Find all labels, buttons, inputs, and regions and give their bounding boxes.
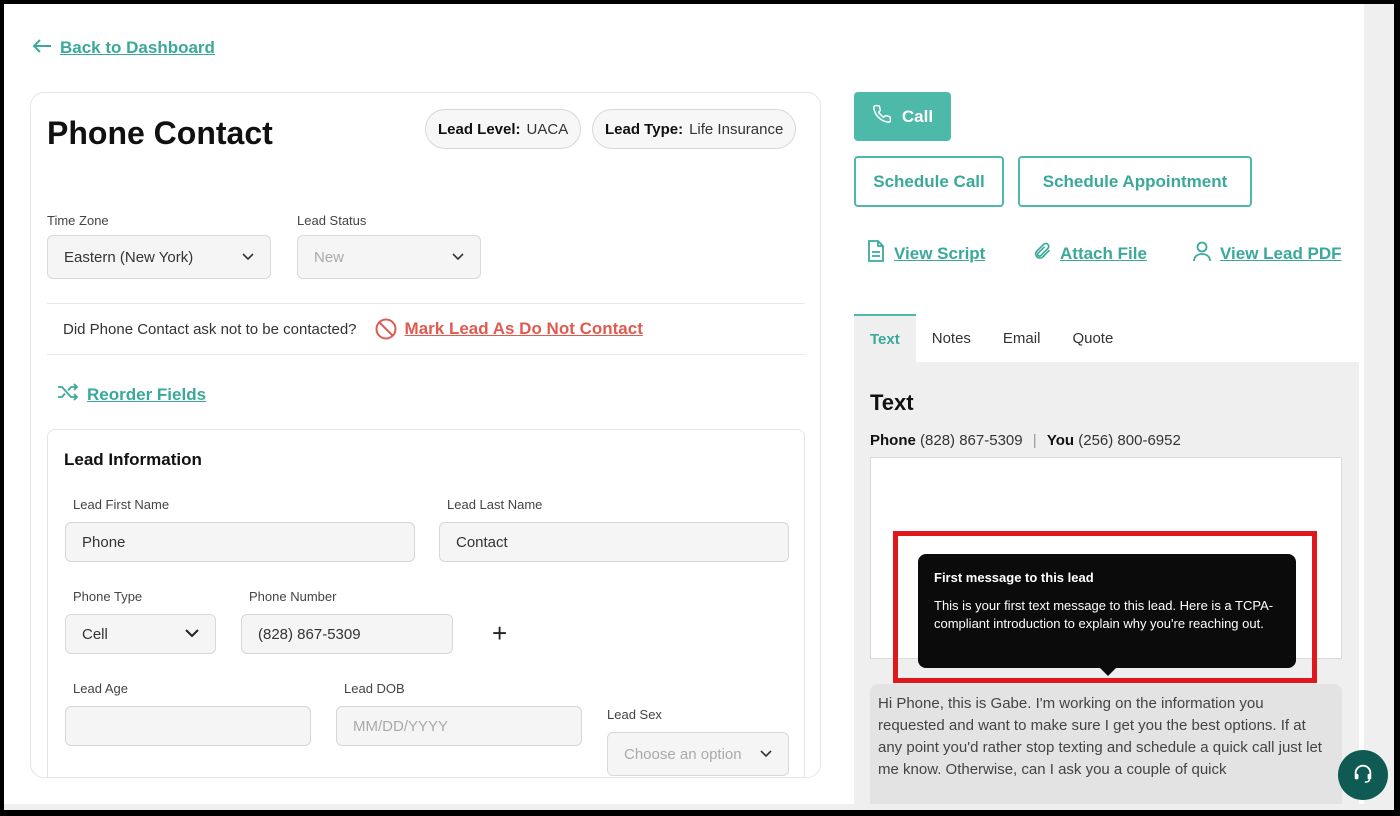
view-script-link[interactable]: View Script xyxy=(866,240,985,267)
file-icon xyxy=(866,240,886,267)
lead-card: Phone Contact Lead Level: UACA Lead Type… xyxy=(30,92,821,778)
message-compose-box[interactable]: Hi Phone, this is Gabe. I'm working on t… xyxy=(870,684,1342,804)
lead-information-section: Lead Information Lead First Name Phone L… xyxy=(47,429,805,777)
last-name-label: Lead Last Name xyxy=(447,497,543,512)
schedule-appointment-button[interactable]: Schedule Appointment xyxy=(1018,156,1252,207)
last-name-field[interactable]: Contact xyxy=(439,522,789,562)
do-not-contact-row: Did Phone Contact ask not to be contacte… xyxy=(47,303,805,355)
user-icon xyxy=(1192,240,1212,267)
lead-age-label: Lead Age xyxy=(73,681,128,696)
your-phone-value: (256) 800-6952 xyxy=(1078,432,1181,449)
dnc-question: Did Phone Contact ask not to be contacte… xyxy=(63,320,357,338)
lead-type-label: Lead Type: xyxy=(605,120,684,138)
lead-type-value: Life Insurance xyxy=(689,120,784,138)
tab-email[interactable]: Email xyxy=(987,314,1057,362)
lead-phone-label: Phone xyxy=(870,432,916,449)
back-to-dashboard-link[interactable]: Back to Dashboard xyxy=(32,38,215,58)
lead-sex-select[interactable]: Choose an option xyxy=(607,732,789,776)
first-name-label: Lead First Name xyxy=(73,497,170,512)
ban-icon xyxy=(375,318,397,340)
view-lead-pdf-label[interactable]: View Lead PDF xyxy=(1220,244,1342,264)
reorder-fields-label[interactable]: Reorder Fields xyxy=(87,385,206,405)
tab-quote[interactable]: Quote xyxy=(1056,314,1129,362)
chevron-down-icon xyxy=(242,250,254,264)
chevron-down-icon xyxy=(452,250,464,264)
lead-level-badge: Lead Level: UACA xyxy=(425,109,582,149)
paperclip-icon xyxy=(1032,240,1052,267)
add-phone-button[interactable]: + xyxy=(492,618,507,649)
phone-type-value: Cell xyxy=(82,625,108,643)
phone-type-label: Phone Type xyxy=(73,589,143,604)
attach-file-link[interactable]: Attach File xyxy=(1032,240,1147,267)
lead-status-value: New xyxy=(314,248,345,266)
lead-type-badge: Lead Type: Life Insurance xyxy=(592,109,797,149)
chevron-down-icon xyxy=(760,747,772,761)
timezone-label: Time Zone xyxy=(47,213,109,228)
tooltip-arrow xyxy=(1099,667,1117,676)
phone-number-label: Phone Number xyxy=(249,589,337,604)
timezone-select[interactable]: Eastern (New York) xyxy=(47,235,271,279)
lead-sex-label: Lead Sex xyxy=(607,707,662,722)
mark-do-not-contact-link[interactable]: Mark Lead As Do Not Contact xyxy=(405,319,643,339)
your-phone-label: You xyxy=(1046,432,1075,449)
lead-phone-value: (828) 867-5309 xyxy=(920,432,1023,449)
view-script-label[interactable]: View Script xyxy=(894,244,985,264)
tab-text[interactable]: Text xyxy=(854,314,916,362)
call-label: Call xyxy=(901,106,934,126)
attach-file-label[interactable]: Attach File xyxy=(1060,244,1147,264)
back-to-dashboard-label[interactable]: Back to Dashboard xyxy=(60,38,215,58)
lead-sex-placeholder: Choose an option xyxy=(624,745,742,763)
lead-level-value: UACA xyxy=(526,120,569,138)
communication-tabs: Text Notes Email Quote xyxy=(854,314,1359,362)
section-title: Lead Information xyxy=(64,450,202,469)
reorder-fields-link[interactable]: Reorder Fields xyxy=(57,383,206,406)
tab-notes[interactable]: Notes xyxy=(916,314,987,362)
phone-numbers-line: Phone (828) 867-5309 | You (256) 800-695… xyxy=(870,432,1181,449)
page-title: Phone Contact xyxy=(47,115,273,151)
timezone-value: Eastern (New York) xyxy=(64,248,194,266)
lead-dob-field[interactable]: MM/DD/YYYY xyxy=(336,706,582,746)
app-window: Back to Dashboard Phone Contact Lead Lev… xyxy=(4,4,1394,810)
lead-dob-label: Lead DOB xyxy=(344,681,405,696)
tooltip-title: First message to this lead xyxy=(934,570,1094,585)
schedule-call-button[interactable]: Schedule Call xyxy=(854,156,1004,207)
first-name-field[interactable]: Phone xyxy=(65,522,415,562)
view-lead-pdf-link[interactable]: View Lead PDF xyxy=(1192,240,1342,267)
arrow-left-icon xyxy=(32,38,52,58)
lead-status-select[interactable]: New xyxy=(297,235,481,279)
phone-icon xyxy=(872,104,892,129)
call-button[interactable]: Call xyxy=(854,92,951,141)
chevron-down-icon xyxy=(185,627,199,641)
phone-number-field[interactable]: (828) 867-5309 xyxy=(241,614,453,654)
headset-icon xyxy=(1352,762,1374,789)
shuffle-icon xyxy=(57,383,79,406)
tooltip-body: This is your first text message to this … xyxy=(934,598,1274,631)
lead-level-label: Lead Level: xyxy=(438,120,521,138)
first-message-tooltip: First message to this lead This is your … xyxy=(918,554,1296,676)
panel-title: Text xyxy=(870,390,914,415)
help-chat-button[interactable] xyxy=(1338,750,1388,800)
lead-status-label: Lead Status xyxy=(297,213,367,228)
separator: | xyxy=(1032,432,1037,449)
scrollbar[interactable] xyxy=(1364,4,1394,810)
phone-type-select[interactable]: Cell xyxy=(65,614,216,654)
lead-age-field[interactable] xyxy=(65,706,311,746)
